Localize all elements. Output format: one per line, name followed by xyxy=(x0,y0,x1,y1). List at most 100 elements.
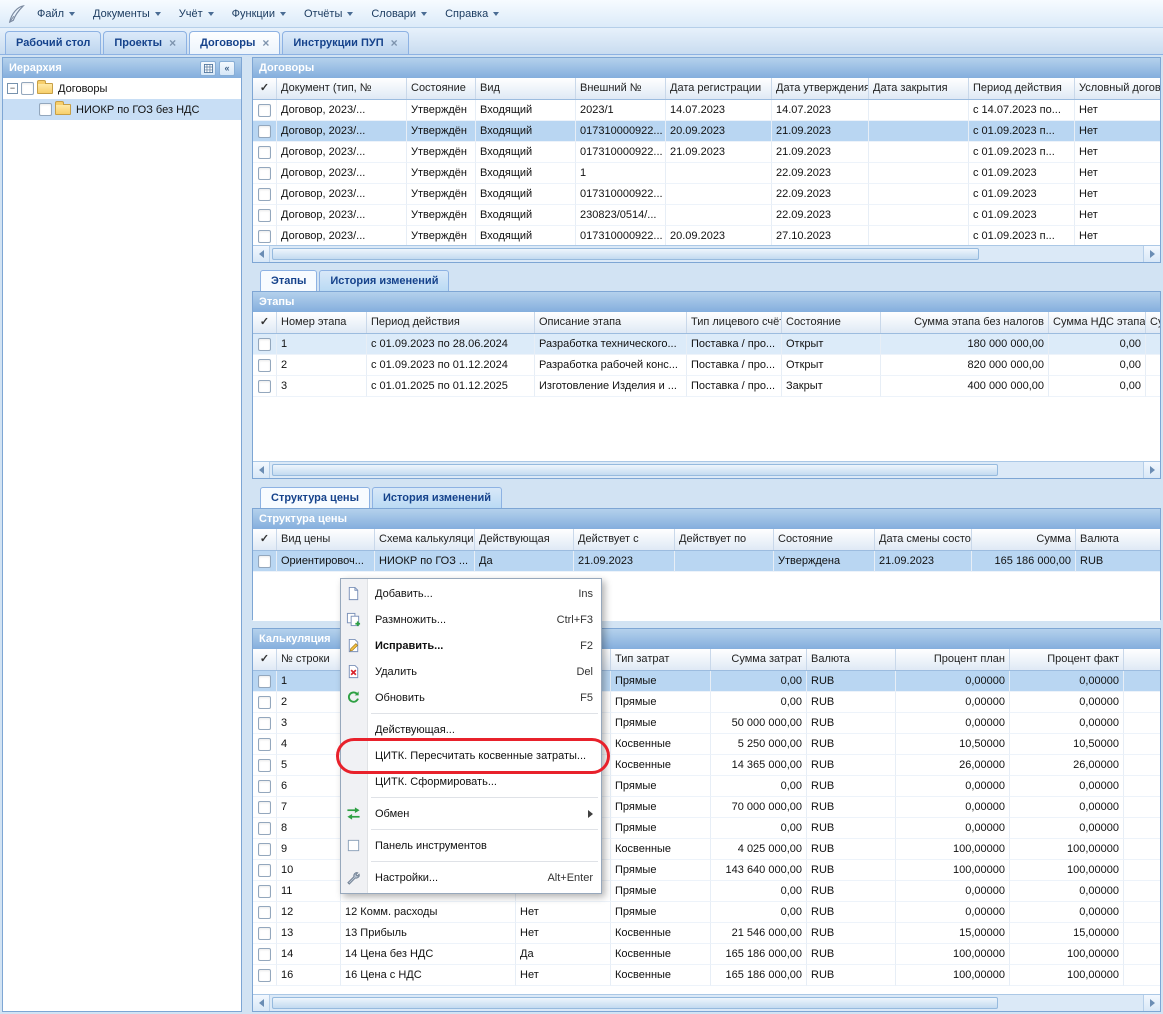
row-checkbox[interactable] xyxy=(258,338,271,351)
menubar-item[interactable]: Отчёты xyxy=(295,3,362,25)
row-checkbox[interactable] xyxy=(258,801,271,814)
menubar-item[interactable]: Словари xyxy=(362,3,436,25)
column-header[interactable]: Состояние xyxy=(774,529,875,550)
column-header[interactable]: Дата регистрации xyxy=(666,78,772,99)
row-checkbox[interactable] xyxy=(258,230,271,243)
column-header[interactable]: Сумма этапа без налогов xyxy=(881,312,1049,333)
menubar-item[interactable]: Функции xyxy=(223,3,295,25)
row-checkbox[interactable] xyxy=(258,380,271,393)
row-checkbox[interactable] xyxy=(258,948,271,961)
column-header[interactable] xyxy=(1124,649,1160,670)
table-row[interactable]: Договор, 2023/...УтверждёнВходящий017310… xyxy=(253,184,1160,205)
context-menu-item[interactable]: Настройки...Alt+Enter xyxy=(341,865,601,891)
row-checkbox[interactable] xyxy=(258,104,271,117)
column-header[interactable]: ✓ xyxy=(253,529,277,550)
column-header[interactable]: Су... xyxy=(1146,312,1160,333)
row-checkbox[interactable] xyxy=(258,780,271,793)
scrollbar-thumb[interactable] xyxy=(272,997,998,1009)
column-header[interactable]: Схема калькуляци xyxy=(375,529,475,550)
column-header[interactable]: Состояние xyxy=(782,312,881,333)
table-row[interactable]: Договор, 2023/...УтверждёнВходящий122.09… xyxy=(253,163,1160,184)
context-menu-item[interactable]: Добавить...Ins xyxy=(341,581,601,607)
table-row[interactable]: 1313 ПрибыльНетКосвенные21 546 000,00RUB… xyxy=(253,923,1160,944)
row-checkbox[interactable] xyxy=(258,125,271,138)
row-checkbox[interactable] xyxy=(258,906,271,919)
column-header[interactable]: Период действия xyxy=(969,78,1075,99)
horizontal-scrollbar[interactable] xyxy=(253,461,1160,478)
scroll-right-arrow[interactable] xyxy=(1143,462,1160,478)
row-checkbox[interactable] xyxy=(258,864,271,877)
row-checkbox[interactable] xyxy=(258,822,271,835)
table-row[interactable]: 2с 01.09.2023 по 01.12.2024Разработка ра… xyxy=(253,355,1160,376)
row-checkbox[interactable] xyxy=(258,675,271,688)
column-header[interactable]: Дата утверждения xyxy=(772,78,869,99)
column-header[interactable]: Сумма НДС этапа xyxy=(1049,312,1146,333)
row-checkbox[interactable] xyxy=(258,759,271,772)
column-header[interactable]: Процент факт xyxy=(1010,649,1124,670)
scrollbar-thumb[interactable] xyxy=(272,248,979,260)
stages-tab[interactable]: История изменений xyxy=(319,270,449,291)
workspace-tab[interactable]: Рабочий стол xyxy=(5,31,101,54)
row-checkbox[interactable] xyxy=(258,209,271,222)
column-header[interactable]: Тип лицевого счёт xyxy=(687,312,782,333)
column-header[interactable]: Дата смены состо xyxy=(875,529,972,550)
column-header[interactable]: Сумма xyxy=(972,529,1076,550)
row-checkbox[interactable] xyxy=(258,188,271,201)
column-header[interactable]: Номер этапа xyxy=(277,312,367,333)
column-header[interactable]: Дата закрытия xyxy=(869,78,969,99)
column-header[interactable]: Внешний № xyxy=(576,78,666,99)
scrollbar-thumb[interactable] xyxy=(272,464,998,476)
table-row[interactable]: Договор, 2023/...УтверждёнВходящий017310… xyxy=(253,142,1160,163)
column-header[interactable]: ✓ xyxy=(253,78,277,99)
collapse-node-icon[interactable]: − xyxy=(7,83,18,94)
row-checkbox[interactable] xyxy=(258,969,271,982)
column-header[interactable]: Условный догов... xyxy=(1075,78,1160,99)
column-header[interactable]: Действует с xyxy=(574,529,675,550)
column-header[interactable]: Тип затрат xyxy=(611,649,711,670)
column-header[interactable]: Вид цены xyxy=(277,529,375,550)
tree-checkbox[interactable] xyxy=(39,103,52,116)
close-tab-icon[interactable]: × xyxy=(169,38,176,48)
row-checkbox[interactable] xyxy=(258,696,271,709)
table-row[interactable]: 1с 01.09.2023 по 28.06.2024Разработка те… xyxy=(253,334,1160,355)
scroll-left-arrow[interactable] xyxy=(253,462,270,478)
context-menu-item[interactable]: Размножить...Ctrl+F3 xyxy=(341,607,601,633)
row-checkbox[interactable] xyxy=(258,359,271,372)
scroll-right-arrow[interactable] xyxy=(1143,995,1160,1011)
row-checkbox[interactable] xyxy=(258,167,271,180)
context-menu-item[interactable]: ЦИТК. Пересчитать косвенные затраты... xyxy=(341,743,601,769)
stages-tab[interactable]: Этапы xyxy=(260,270,317,291)
row-checkbox[interactable] xyxy=(258,555,271,568)
column-header[interactable]: Вид xyxy=(476,78,576,99)
tree-checkbox[interactable] xyxy=(21,82,34,95)
workspace-tab[interactable]: Проекты× xyxy=(103,31,187,54)
row-checkbox[interactable] xyxy=(258,146,271,159)
column-header[interactable]: Документ (тип, № xyxy=(277,78,407,99)
column-header[interactable]: № строки xyxy=(277,649,341,670)
column-header[interactable]: Валюта xyxy=(807,649,896,670)
close-tab-icon[interactable]: × xyxy=(391,38,398,48)
context-menu-item[interactable]: Обмен xyxy=(341,801,601,827)
row-checkbox[interactable] xyxy=(258,738,271,751)
horizontal-scrollbar[interactable] xyxy=(253,994,1160,1011)
row-checkbox[interactable] xyxy=(258,843,271,856)
context-menu-item[interactable]: ЦИТК. Сформировать... xyxy=(341,769,601,795)
context-menu-item[interactable]: Исправить...F2 xyxy=(341,633,601,659)
table-row[interactable]: Ориентировоч...НИОКР по ГОЗ ...Да21.09.2… xyxy=(253,551,1160,572)
column-header[interactable]: Действует по xyxy=(675,529,774,550)
column-header[interactable]: Период действия xyxy=(367,312,535,333)
column-header[interactable]: ✓ xyxy=(253,312,277,333)
grid-view-icon[interactable] xyxy=(200,61,216,76)
menubar-item[interactable]: Файл xyxy=(28,3,84,25)
tree-item[interactable]: −Договоры xyxy=(3,78,241,99)
table-row[interactable]: Договор, 2023/...УтверждёнВходящий017310… xyxy=(253,121,1160,142)
collapse-panel-icon[interactable]: « xyxy=(219,61,235,76)
tree-item[interactable]: НИОКР по ГОЗ без НДС xyxy=(3,99,241,120)
column-header[interactable]: Действующая xyxy=(475,529,574,550)
price-structure-tab[interactable]: История изменений xyxy=(372,487,502,508)
scroll-left-arrow[interactable] xyxy=(253,246,270,262)
context-menu-item[interactable]: УдалитьDel xyxy=(341,659,601,685)
column-header[interactable]: Сумма затрат xyxy=(711,649,807,670)
table-row[interactable]: 1616 Цена с НДСНетКосвенные165 186 000,0… xyxy=(253,965,1160,986)
menubar-item[interactable]: Учёт xyxy=(170,3,223,25)
